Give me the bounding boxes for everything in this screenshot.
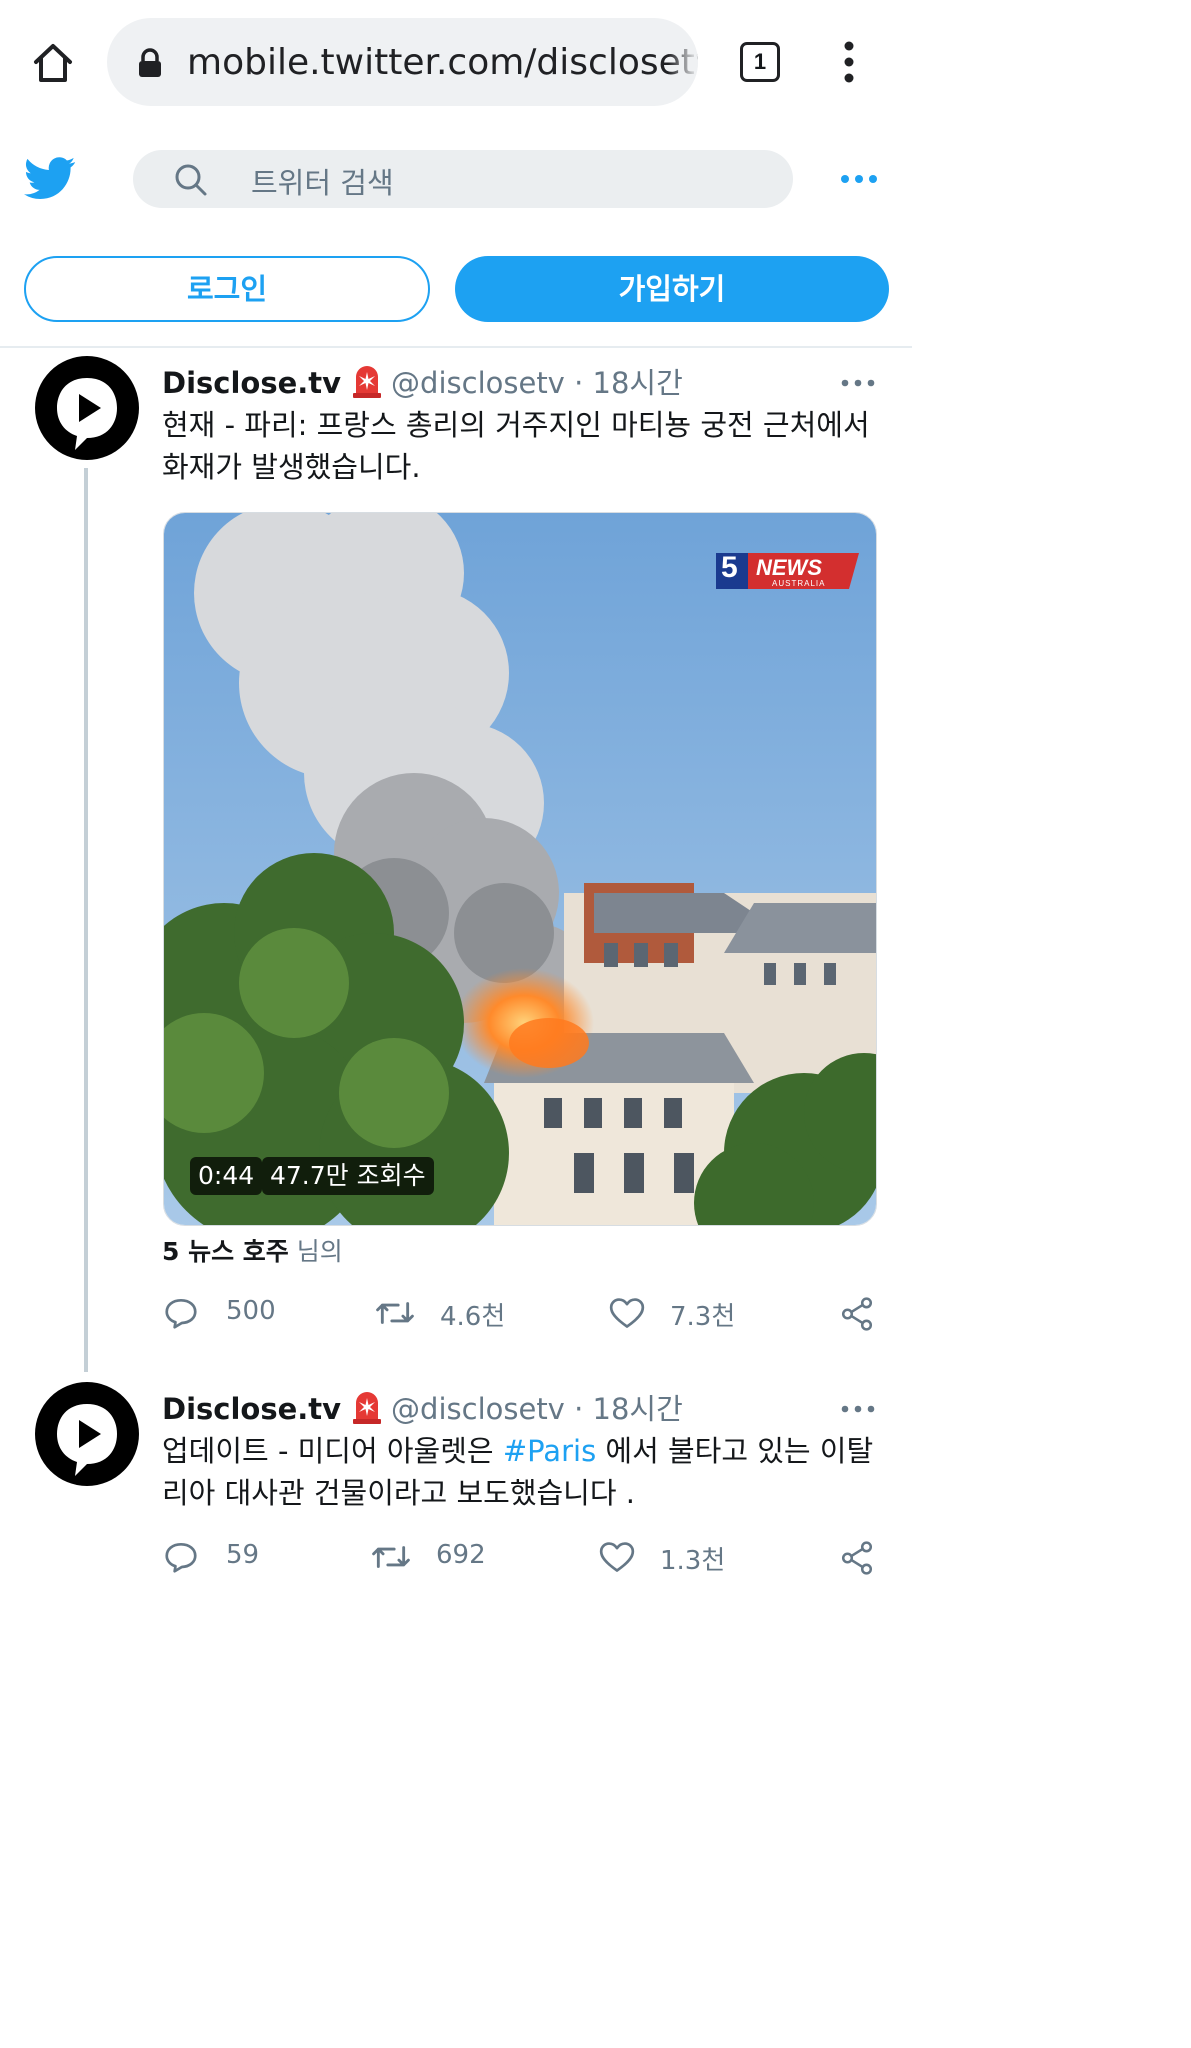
retweet-count: 692: [436, 1540, 486, 1570]
reply-count: 59: [226, 1540, 260, 1570]
tweet-more-icon[interactable]: [840, 1399, 876, 1413]
tweet-text: 현재 - 파리: 프랑스 총리의 거주지인 마티뇽 궁전 근처에서 화재가 발생…: [162, 408, 870, 484]
view-count: 47.7만 조회수: [262, 1157, 434, 1195]
like-button[interactable]: 7.3천: [608, 1294, 768, 1334]
tweet-header: Disclose.tv @disclosetv · 18시간: [162, 360, 683, 402]
source-name: 5 뉴스 호주: [162, 1237, 289, 1266]
browser-toolbar: mobile.twitter.com/disclosetv 1: [0, 0, 912, 128]
search-icon: [173, 162, 209, 198]
address-bar[interactable]: mobile.twitter.com/disclosetv: [107, 18, 698, 106]
like-count: 7.3천: [670, 1302, 736, 1332]
reply-button[interactable]: 500: [162, 1294, 302, 1334]
like-button[interactable]: 1.3천: [598, 1538, 758, 1578]
video-thumbnail: [164, 513, 876, 1225]
tweet-more-icon[interactable]: [840, 373, 876, 387]
retweet-button[interactable]: 4.6천: [374, 1294, 534, 1334]
reply-icon: [165, 1298, 197, 1329]
media-source[interactable]: 5 뉴스 호주 님의: [162, 1232, 343, 1268]
handle[interactable]: @disclosetv: [391, 1392, 565, 1426]
share-button[interactable]: [838, 1294, 878, 1334]
share-icon: [841, 1297, 873, 1331]
divider: [0, 346, 912, 348]
retweet-icon: [376, 1302, 414, 1324]
timestamp[interactable]: · 18시간: [574, 366, 683, 400]
display-name[interactable]: Disclose.tv: [162, 1392, 341, 1426]
share-icon: [841, 1541, 873, 1575]
search-placeholder: 트위터 검색: [251, 166, 394, 200]
tabs-icon[interactable]: 1: [740, 42, 780, 82]
avatar[interactable]: [35, 1382, 139, 1486]
video-duration: 0:44: [190, 1157, 263, 1195]
reply-button[interactable]: 59: [162, 1538, 302, 1578]
home-icon[interactable]: [28, 38, 78, 88]
heart-icon: [599, 1542, 635, 1572]
thread-line: [84, 468, 88, 1372]
login-button[interactable]: 로그인: [24, 256, 430, 322]
retweet-icon: [372, 1546, 410, 1568]
tweet-text: 업데이트 - 미디어 아울렛은 #Paris 에서 불타고 있는 이탈리아 대사…: [162, 1434, 874, 1510]
disclose-logo-icon: [57, 1404, 117, 1476]
url-text: mobile.twitter.com/disclosetv: [187, 42, 698, 83]
more-horizontal-icon[interactable]: [838, 166, 882, 192]
siren-emoji-icon: [349, 1389, 385, 1425]
siren-emoji-icon: [349, 363, 385, 399]
source-suffix: 님의: [296, 1237, 343, 1266]
logo-number: 5: [721, 551, 738, 584]
search-input[interactable]: 트위터 검색: [133, 150, 793, 208]
signup-button[interactable]: 가입하기: [455, 256, 889, 322]
more-vertical-icon[interactable]: [834, 40, 864, 84]
hashtag-link[interactable]: #Paris: [503, 1434, 596, 1468]
disclose-logo-icon: [57, 378, 117, 450]
handle[interactable]: @disclosetv: [391, 366, 565, 400]
retweet-count: 4.6천: [440, 1302, 506, 1332]
retweet-button[interactable]: 692: [370, 1538, 530, 1578]
lock-icon: [137, 48, 163, 78]
video-player[interactable]: 5 NEWS AUSTRALIA 0:44 47.7만 조회수: [163, 512, 877, 1226]
heart-icon: [609, 1298, 645, 1328]
reply-count: 500: [226, 1296, 276, 1326]
avatar[interactable]: [35, 356, 139, 460]
logo-text: NEWS: [756, 555, 822, 580]
display-name[interactable]: Disclose.tv: [162, 366, 341, 400]
timestamp[interactable]: · 18시간: [574, 1392, 683, 1426]
share-button[interactable]: [838, 1538, 878, 1578]
logo-subtext: AUSTRALIA: [772, 579, 826, 588]
tweet-header: Disclose.tv @disclosetv · 18시간: [162, 1386, 683, 1428]
reply-icon: [165, 1542, 197, 1573]
like-count: 1.3천: [660, 1546, 726, 1576]
twitter-bird-icon[interactable]: [24, 152, 76, 204]
